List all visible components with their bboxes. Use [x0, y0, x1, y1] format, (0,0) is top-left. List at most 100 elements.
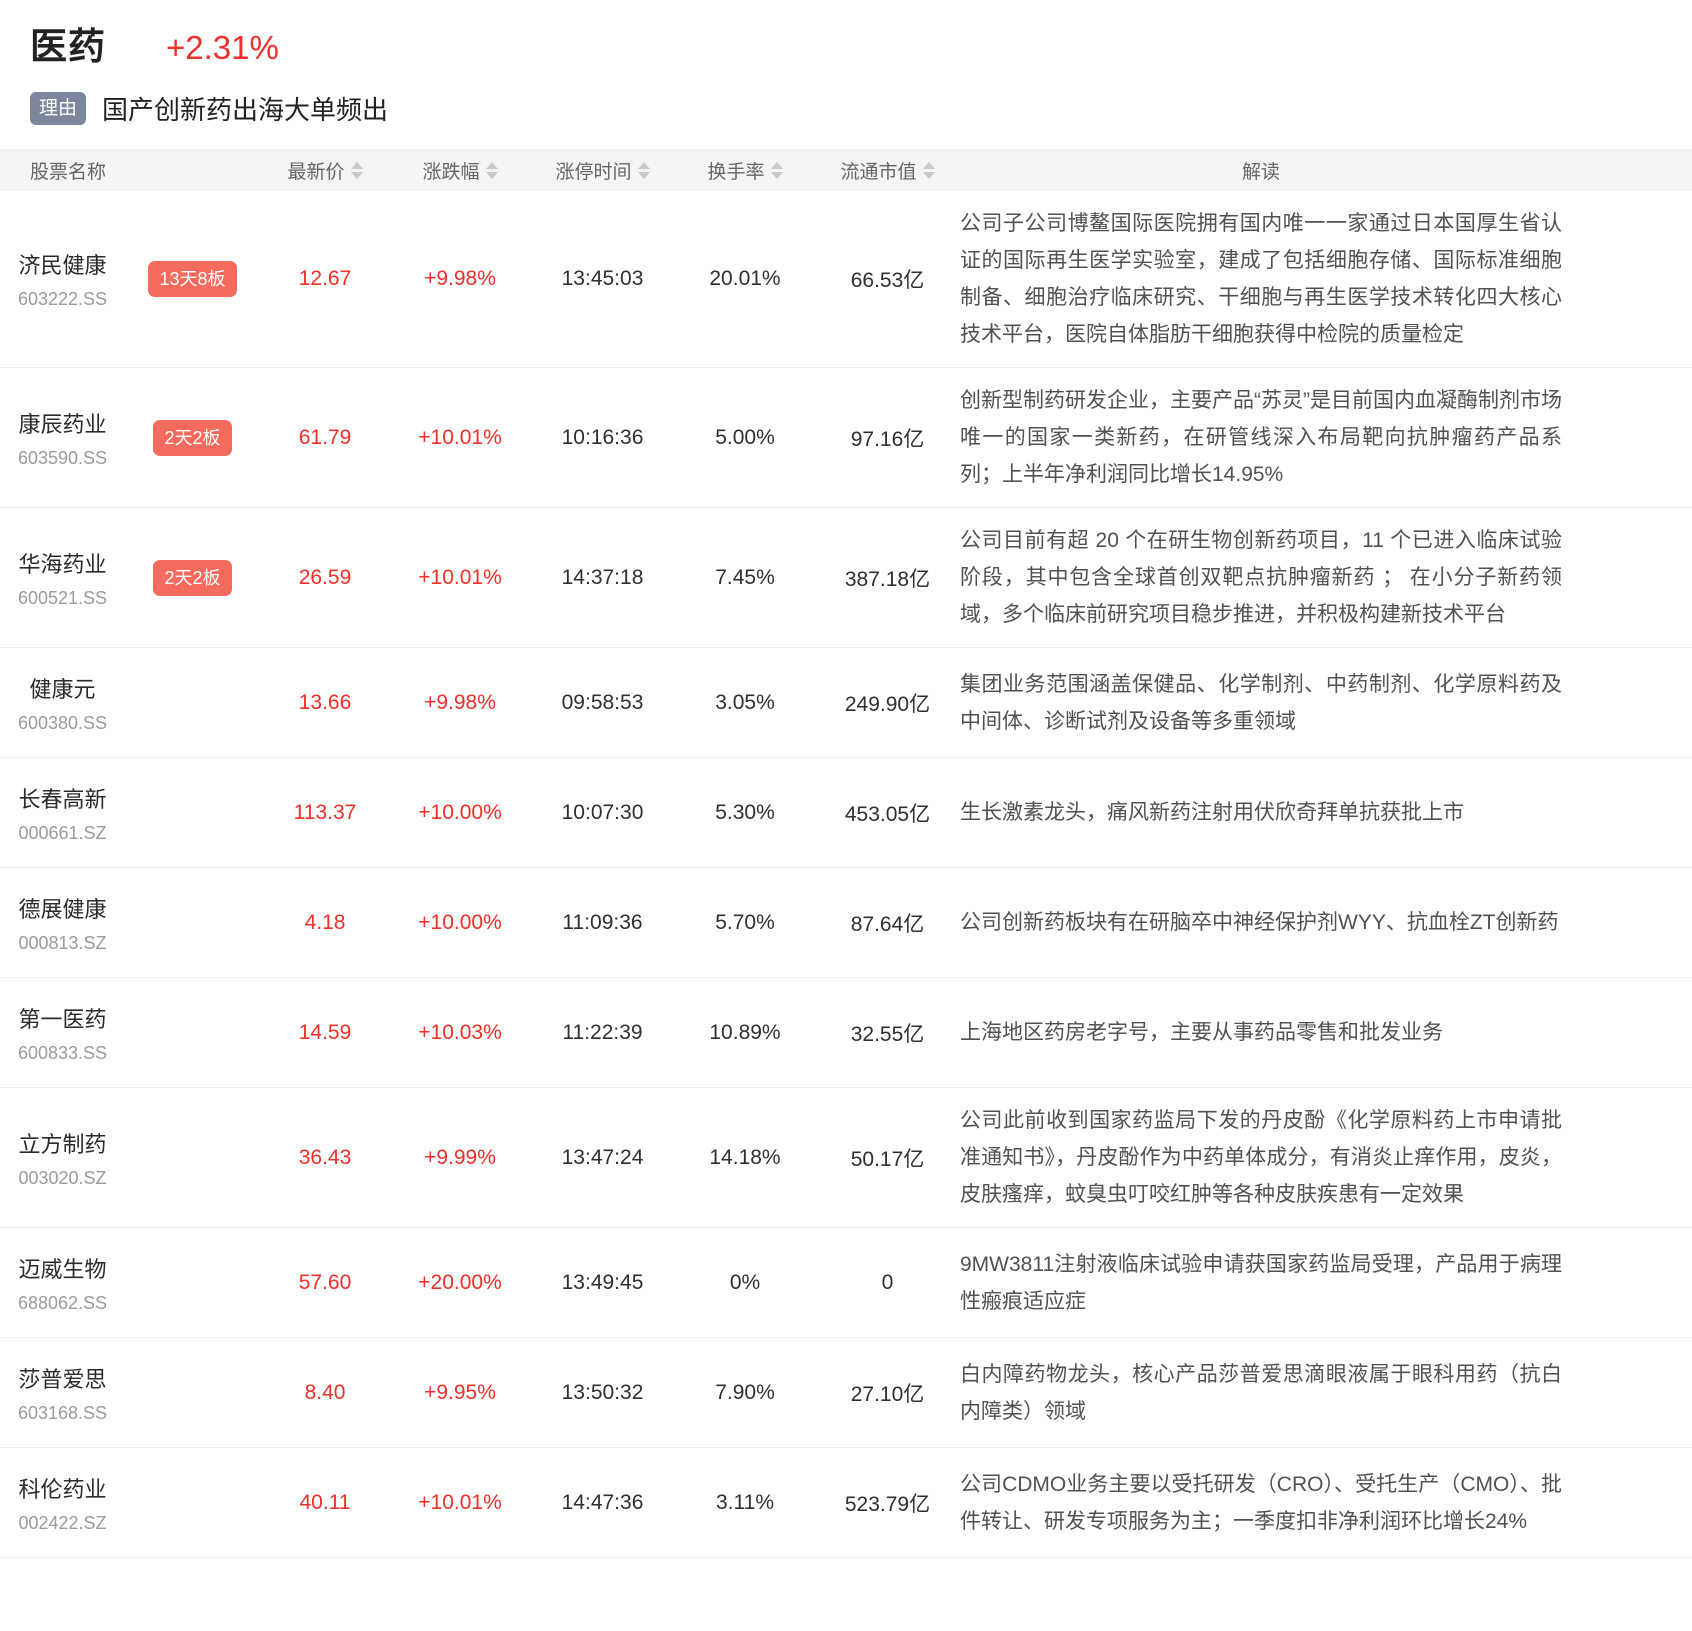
market-cap: 66.53亿	[815, 264, 960, 294]
sort-icon[interactable]	[771, 162, 783, 179]
analysis-text: 公司创新药板块有在研脑卒中神经保护剂WYY、抗血栓ZT创新药	[960, 904, 1692, 941]
analysis-text: 9MW3811注射液临床试验申请获国家药监局受理，产品用于病理性瘢痕适应症	[960, 1246, 1692, 1320]
sort-down-arrow	[638, 172, 650, 179]
table-row[interactable]: 迈威生物 688062.SS 57.60 +20.00% 13:49:45 0%…	[0, 1228, 1692, 1338]
sector-change-percent: +2.31%	[166, 29, 279, 67]
column-header-latest-price[interactable]: 最新价	[260, 157, 390, 184]
table-header: 股票名称 最新价 涨跌幅 涨停时间 换手率 流通市值 解读	[0, 149, 1692, 191]
column-header-stock-name: 股票名称	[0, 157, 260, 184]
latest-price: 61.79	[260, 426, 390, 450]
column-label: 最新价	[287, 157, 344, 184]
sector-header: 医药 +2.31% 理由 国产创新药出海大单频出	[0, 0, 1692, 127]
stock-name-cell[interactable]: 德展健康 000813.SZ	[0, 892, 125, 954]
sort-up-arrow	[638, 162, 650, 169]
stock-name[interactable]: 济民健康	[18, 248, 106, 280]
table-row[interactable]: 济民健康 603222.SS 13天8板 12.67 +9.98% 13:45:…	[0, 191, 1692, 368]
change-percent: +10.00%	[390, 911, 530, 935]
sort-down-arrow	[351, 172, 363, 179]
stock-name[interactable]: 科伦药业	[18, 1472, 106, 1504]
market-cap: 27.10亿	[815, 1378, 960, 1408]
latest-price: 57.60	[260, 1271, 390, 1295]
stock-name[interactable]: 莎普爱思	[18, 1362, 106, 1394]
limit-up-time: 13:49:45	[530, 1271, 675, 1295]
stock-name-cell[interactable]: 济民健康 603222.SS	[0, 248, 125, 310]
latest-price: 8.40	[260, 1381, 390, 1405]
sort-up-arrow	[923, 162, 935, 169]
limit-up-time: 13:50:32	[530, 1381, 675, 1405]
table-row[interactable]: 长春高新 000661.SZ 113.37 +10.00% 10:07:30 5…	[0, 758, 1692, 868]
sector-title: 医药	[30, 16, 106, 70]
latest-price: 36.43	[260, 1146, 390, 1170]
stock-name[interactable]: 长春高新	[18, 782, 106, 814]
table-row[interactable]: 华海药业 600521.SS 2天2板 26.59 +10.01% 14:37:…	[0, 508, 1692, 648]
column-header-market-cap[interactable]: 流通市值	[815, 157, 960, 184]
analysis-text: 公司子公司博鳌国际医院拥有国内唯一一家通过日本国厚生省认证的国际再生医学实验室，…	[960, 205, 1692, 353]
turnover-rate: 0%	[675, 1271, 815, 1295]
stock-name-cell[interactable]: 华海药业 600521.SS	[0, 547, 125, 609]
column-header-turnover-rate[interactable]: 换手率	[675, 157, 815, 184]
stock-name-cell[interactable]: 健康元 600380.SS	[0, 672, 125, 734]
turnover-rate: 10.89%	[675, 1021, 815, 1045]
table-row[interactable]: 莎普爱思 603168.SS 8.40 +9.95% 13:50:32 7.90…	[0, 1338, 1692, 1448]
analysis-text: 生长激素龙头，痛风新药注射用伏欣奇拜单抗获批上市	[960, 794, 1692, 831]
stock-name[interactable]: 华海药业	[18, 547, 106, 579]
column-label: 涨停时间	[555, 157, 631, 184]
column-label: 股票名称	[30, 157, 106, 184]
sort-icon[interactable]	[638, 162, 650, 179]
change-percent: +20.00%	[390, 1271, 530, 1295]
market-cap: 249.90亿	[815, 688, 960, 718]
sort-down-arrow	[771, 172, 783, 179]
table-row[interactable]: 德展健康 000813.SZ 4.18 +10.00% 11:09:36 5.7…	[0, 868, 1692, 978]
sort-icon[interactable]	[351, 162, 363, 179]
stock-name-cell[interactable]: 迈威生物 688062.SS	[0, 1252, 125, 1314]
change-percent: +9.98%	[390, 267, 530, 291]
stock-name[interactable]: 立方制药	[18, 1127, 106, 1159]
stock-code: 002422.SZ	[18, 1513, 106, 1534]
analysis-text: 集团业务范围涵盖保健品、化学制剂、中药制剂、化学原料药及中间体、诊断试剂及设备等…	[960, 666, 1692, 740]
limit-up-badge-cell: 13天8板	[125, 261, 260, 297]
turnover-rate: 5.30%	[675, 801, 815, 825]
latest-price: 26.59	[260, 566, 390, 590]
turnover-rate: 20.01%	[675, 267, 815, 291]
stock-name-cell[interactable]: 第一医药 600833.SS	[0, 1002, 125, 1064]
column-header-limit-up-time[interactable]: 涨停时间	[530, 157, 675, 184]
sort-down-arrow	[923, 172, 935, 179]
sort-up-arrow	[771, 162, 783, 169]
stock-name[interactable]: 康辰药业	[18, 407, 106, 439]
limit-up-time: 14:47:36	[530, 1491, 675, 1515]
sort-down-arrow	[486, 172, 498, 179]
column-label: 涨跌幅	[422, 157, 479, 184]
sort-icon[interactable]	[486, 162, 498, 179]
stock-name[interactable]: 第一医药	[18, 1002, 106, 1034]
turnover-rate: 3.11%	[675, 1491, 815, 1515]
analysis-text: 白内障药物龙头，核心产品莎普爱思滴眼液属于眼科用药（抗白内障类）领域	[960, 1356, 1692, 1430]
stock-code: 000813.SZ	[18, 933, 106, 954]
stock-name-cell[interactable]: 莎普爱思 603168.SS	[0, 1362, 125, 1424]
stock-name-cell[interactable]: 康辰药业 603590.SS	[0, 407, 125, 469]
table-row[interactable]: 第一医药 600833.SS 14.59 +10.03% 11:22:39 10…	[0, 978, 1692, 1088]
market-cap: 387.18亿	[815, 563, 960, 593]
limit-up-time: 09:58:53	[530, 691, 675, 715]
stock-name-cell[interactable]: 长春高新 000661.SZ	[0, 782, 125, 844]
table-row[interactable]: 科伦药业 002422.SZ 40.11 +10.01% 14:47:36 3.…	[0, 1448, 1692, 1558]
stock-name-cell[interactable]: 立方制药 003020.SZ	[0, 1127, 125, 1189]
table-row[interactable]: 康辰药业 603590.SS 2天2板 61.79 +10.01% 10:16:…	[0, 368, 1692, 508]
table-row[interactable]: 立方制药 003020.SZ 36.43 +9.99% 13:47:24 14.…	[0, 1088, 1692, 1228]
stock-name[interactable]: 健康元	[29, 672, 95, 704]
change-percent: +10.01%	[390, 1491, 530, 1515]
change-percent: +9.98%	[390, 691, 530, 715]
turnover-rate: 5.70%	[675, 911, 815, 935]
table-row[interactable]: 健康元 600380.SS 13.66 +9.98% 09:58:53 3.05…	[0, 648, 1692, 758]
stock-name-cell[interactable]: 科伦药业 002422.SZ	[0, 1472, 125, 1534]
market-cap: 97.16亿	[815, 423, 960, 453]
stock-name[interactable]: 德展健康	[18, 892, 106, 924]
sort-icon[interactable]	[923, 162, 935, 179]
analysis-text: 公司CDMO业务主要以受托研发（CRO）、受托生产（CMO）、批件转让、研发专项…	[960, 1466, 1692, 1540]
column-label: 换手率	[707, 157, 764, 184]
stock-name[interactable]: 迈威生物	[18, 1252, 106, 1284]
limit-up-badge-cell: 2天2板	[125, 560, 260, 596]
latest-price: 12.67	[260, 267, 390, 291]
reason-text: 国产创新药出海大单频出	[102, 90, 388, 127]
turnover-rate: 3.05%	[675, 691, 815, 715]
column-header-change-percent[interactable]: 涨跌幅	[390, 157, 530, 184]
